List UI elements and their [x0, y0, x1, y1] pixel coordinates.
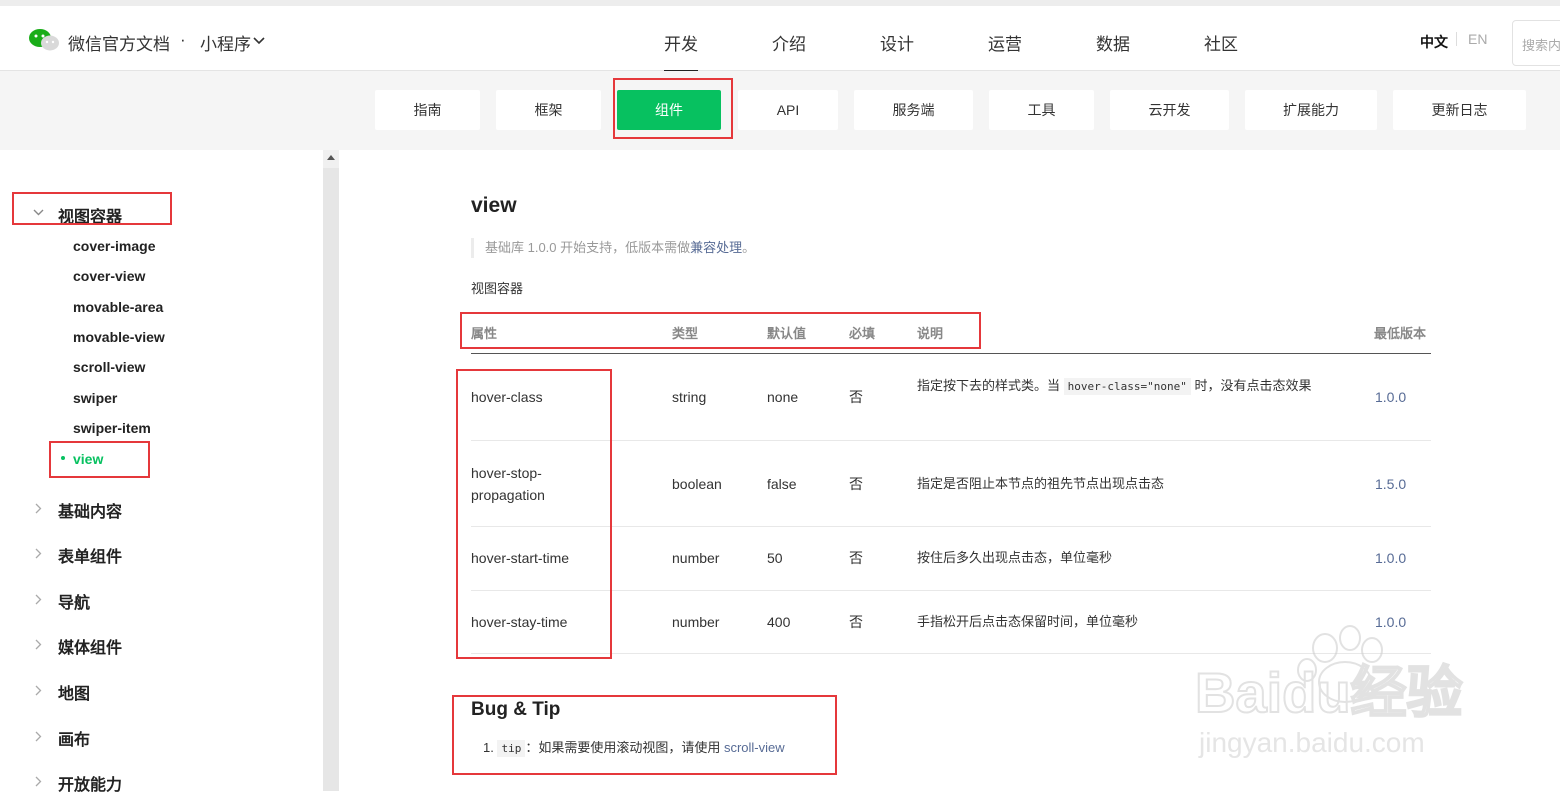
wechat-logo-icon[interactable] — [28, 27, 60, 53]
watermark-url: jingyan.baidu.com — [1198, 727, 1425, 758]
page-title: view — [471, 194, 517, 217]
tab-changelog[interactable]: 更新日志 — [1393, 90, 1526, 130]
desc-text-end: 时，没有点击态效果 — [1190, 378, 1312, 393]
nav-community[interactable]: 社区 — [1204, 30, 1238, 55]
annotation-box-view-container — [12, 192, 172, 225]
support-note: 基础库 1.0.0 开始支持，低版本需做兼容处理。 — [471, 238, 755, 258]
sidebar-item-movable-view[interactable]: movable-view — [73, 329, 165, 345]
sidebar-group-canvas[interactable]: 画布 — [58, 726, 90, 750]
scroll-up-arrow-icon[interactable] — [323, 150, 339, 168]
annotation-box-attr-column — [456, 369, 612, 659]
chevron-right-icon[interactable] — [35, 548, 42, 559]
sidebar-group-media[interactable]: 媒体组件 — [58, 634, 122, 658]
chevron-right-icon[interactable] — [35, 776, 42, 787]
search-input[interactable]: 搜索内 — [1512, 20, 1560, 66]
row-divider — [471, 526, 1431, 527]
table-cell-required: 否 — [849, 476, 863, 492]
chevron-right-icon[interactable] — [35, 503, 42, 514]
row-divider — [471, 440, 1431, 441]
table-header-divider — [471, 353, 1431, 354]
table-cell-required: 否 — [849, 550, 863, 566]
table-cell-version: 1.0.0 — [1375, 389, 1407, 405]
table-cell-version: 1.5.0 — [1375, 476, 1407, 492]
table-cell-desc: 手指松开后点击态保留时间，单位毫秒 — [917, 614, 1139, 629]
table-cell-desc: 指定按下去的样式类。当 hover-class="none" 时，没有点击态效果 — [917, 375, 1337, 398]
sidebar-group-open-ability[interactable]: 开放能力 — [58, 771, 122, 795]
table-cell-default: none — [767, 389, 799, 405]
product-switcher[interactable]: 小程序 — [200, 30, 251, 55]
nav-intro[interactable]: 介绍 — [772, 30, 806, 55]
chevron-right-icon[interactable] — [35, 594, 42, 605]
chevron-down-icon[interactable] — [253, 37, 265, 45]
tab-api[interactable]: API — [738, 90, 838, 130]
support-note-text: 基础库 1.0.0 开始支持，低版本需做 — [485, 240, 691, 255]
search-placeholder: 搜索内 — [1522, 38, 1560, 53]
desc-text: 指定按下去的样式类。当 — [917, 378, 1064, 393]
lang-chinese[interactable]: 中文 — [1420, 32, 1448, 52]
tab-framework[interactable]: 框架 — [496, 90, 601, 130]
nav-design[interactable]: 设计 — [880, 30, 914, 55]
sidebar-item-cover-image[interactable]: cover-image — [73, 238, 155, 254]
sidebar-scrollbar[interactable] — [323, 150, 339, 791]
chevron-right-icon[interactable] — [35, 639, 42, 650]
lang-english[interactable]: EN — [1468, 31, 1487, 47]
table-cell-default: 400 — [767, 614, 791, 630]
compat-link[interactable]: 兼容处理 — [690, 240, 742, 255]
sidebar-group-form[interactable]: 表单组件 — [58, 543, 122, 567]
table-cell-required: 否 — [849, 389, 863, 405]
table-cell-default: false — [767, 476, 797, 492]
tab-tools[interactable]: 工具 — [989, 90, 1094, 130]
row-divider — [471, 590, 1431, 591]
lang-divider — [1456, 32, 1457, 46]
sidebar-group-navigation[interactable]: 导航 — [58, 589, 90, 613]
table-cell-type: string — [672, 389, 707, 405]
table-cell-version: 1.0.0 — [1375, 550, 1407, 566]
desc-code: hover-class="none" — [1063, 378, 1191, 395]
table-cell-type: boolean — [672, 476, 722, 492]
nav-dev[interactable]: 开发 — [664, 30, 698, 73]
table-cell-default: 50 — [767, 550, 783, 566]
chevron-right-icon[interactable] — [35, 685, 42, 696]
col-header-version: 最低版本 — [1374, 326, 1427, 341]
watermark-brand: Baidu经验 — [1195, 661, 1463, 724]
table-cell-required: 否 — [849, 614, 863, 630]
support-note-end: 。 — [742, 240, 756, 255]
top-header: 微信官方文档 · 小程序 开发 介绍 设计 运营 数据 社区 中文 EN 搜索内 — [0, 0, 1560, 73]
sidebar-item-movable-area[interactable]: movable-area — [73, 299, 163, 315]
component-description: 视图容器 — [471, 281, 524, 296]
sidebar-group-map[interactable]: 地图 — [58, 680, 90, 704]
tab-server[interactable]: 服务端 — [854, 90, 973, 130]
tab-extensions[interactable]: 扩展能力 — [1245, 90, 1377, 130]
table-cell-desc: 按住后多久出现点击态，单位毫秒 — [917, 550, 1113, 565]
sidebar-item-swiper[interactable]: swiper — [73, 390, 117, 406]
title-separator: · — [180, 30, 186, 49]
annotation-box-table-header — [460, 312, 981, 349]
baidu-jingyan-watermark: Baidu经验 jingyan.baidu.com — [1195, 625, 1464, 758]
table-cell-type: number — [672, 614, 720, 630]
sub-navigation: 指南 框架 组件 API 服务端 工具 云开发 扩展能力 更新日志 — [0, 71, 1560, 150]
sidebar-item-swiper-item[interactable]: swiper-item — [73, 420, 151, 436]
tab-guide[interactable]: 指南 — [375, 90, 480, 130]
chevron-right-icon[interactable] — [35, 731, 42, 742]
nav-data[interactable]: 数据 — [1096, 30, 1130, 55]
sidebar-group-basic-content[interactable]: 基础内容 — [58, 498, 122, 522]
table-cell-desc: 指定是否阻止本节点的祖先节点出现点击态 — [917, 476, 1165, 491]
annotation-box-view-item — [49, 441, 150, 478]
tab-cloud[interactable]: 云开发 — [1110, 90, 1229, 130]
annotation-box-components-tab — [613, 78, 733, 139]
sidebar-item-cover-view[interactable]: cover-view — [73, 268, 145, 284]
table-cell-type: number — [672, 550, 720, 566]
annotation-box-bug-tip — [452, 695, 837, 775]
site-title[interactable]: 微信官方文档 — [68, 30, 170, 55]
nav-operations[interactable]: 运营 — [988, 30, 1022, 55]
sidebar-item-scroll-view[interactable]: scroll-view — [73, 359, 145, 375]
